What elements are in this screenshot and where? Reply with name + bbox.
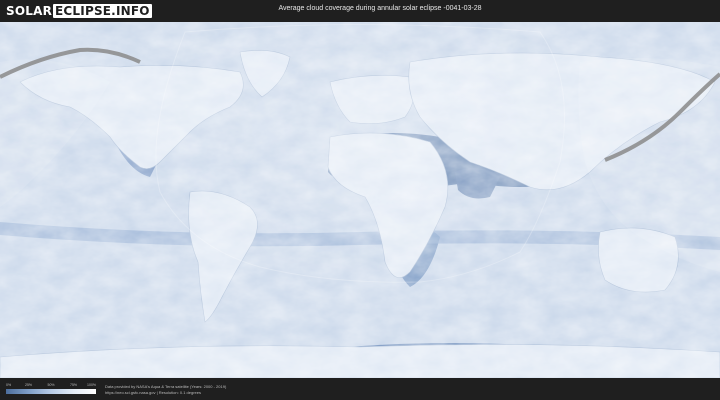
legend-ticks: 0% 25% 50% 75% 100% (6, 383, 96, 389)
cloud-coverage-map (0, 22, 720, 378)
logo-text-solar: SOLAR (6, 4, 53, 18)
logo-text-eclipse-info: ECLIPSE.INFO (53, 4, 152, 18)
credits-link[interactable]: https://neo.sci.gsfc.nasa.gov | Resoluti… (105, 390, 226, 396)
cloud-coverage-legend: 0% 25% 50% 75% 100% (6, 383, 96, 394)
site-logo[interactable]: SOLAR ECLIPSE.INFO (6, 3, 152, 19)
header-bar: SOLAR ECLIPSE.INFO Average cloud coverag… (0, 0, 720, 22)
legend-tick-100: 100% (87, 383, 96, 387)
legend-colorbar (6, 389, 96, 394)
legend-tick-50: 50% (47, 383, 55, 387)
data-credits: Data provided by NASA's Aqua & Terra sat… (105, 384, 226, 396)
legend-tick-25: 25% (24, 383, 33, 387)
page-title: Average cloud coverage during annular so… (278, 5, 482, 12)
legend-tick-75: 75% (69, 383, 78, 387)
legend-tick-0: 0% (6, 383, 12, 387)
eclipse-visibility-region (155, 24, 565, 283)
footer-bar: 0% 25% 50% 75% 100% Data provided by NAS… (0, 378, 720, 400)
